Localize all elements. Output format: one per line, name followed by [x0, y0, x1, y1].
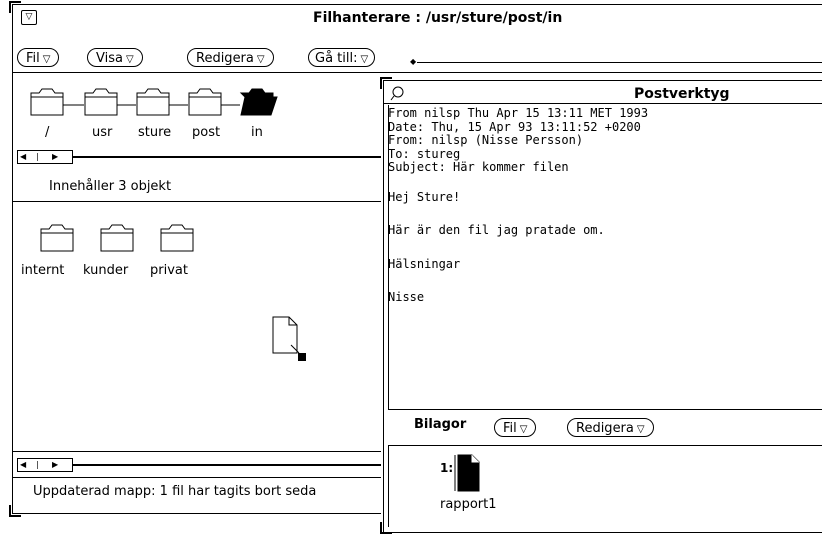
resize-corner[interactable]: [9, 505, 21, 517]
open-folder-icon: [239, 88, 278, 116]
scrollbar-track[interactable]: [73, 464, 383, 466]
mail-tool-window: Postverktyg From nilsp Thu Apr 15 13:11 …: [380, 77, 822, 534]
folder-item-label[interactable]: kunder: [83, 263, 128, 278]
divider: [388, 105, 389, 409]
divider: [13, 72, 822, 73]
message-view[interactable]: From nilsp Thu Apr 15 13:11 MET 1993 Dat…: [388, 106, 822, 407]
folder-icon: [188, 88, 222, 116]
fil-menu-button[interactable]: Fil ▽: [17, 48, 60, 67]
attachment-fil-menu-button[interactable]: Fil ▽: [494, 418, 537, 437]
message-line: Hälsningar: [388, 256, 461, 271]
attachment-redigera-menu-button[interactable]: Redigera ▽: [567, 418, 654, 437]
folder-item-label[interactable]: privat: [150, 263, 188, 278]
message-line: [388, 175, 822, 191]
folder-icon: [136, 88, 170, 116]
document-icon[interactable]: [454, 453, 482, 493]
divider: [13, 451, 393, 452]
folder-icon: [40, 224, 74, 252]
message-line: To: stureg: [388, 146, 461, 161]
window-title: Postverktyg: [634, 86, 730, 102]
mail-icon[interactable]: [390, 85, 406, 101]
attachment-index: 1:: [440, 461, 454, 475]
resize-corner[interactable]: [9, 1, 21, 13]
divider: [384, 103, 822, 104]
contents-scrollbar[interactable]: ◀ | ▶: [17, 458, 73, 472]
footer-message: Uppdaterad mapp: 1 fil har tagits bort s…: [33, 484, 317, 499]
message-line: Här är den fil jag pratade om.: [388, 223, 605, 237]
window-title: Filhanterare : /usr/sture/post/in: [313, 10, 563, 26]
scrollbar-track[interactable]: [73, 156, 383, 158]
folder-item-label[interactable]: internt: [21, 263, 64, 278]
input-caret-icon: ◆: [410, 57, 417, 66]
visa-menu-button[interactable]: Visa ▽: [87, 48, 143, 67]
divider: [388, 445, 389, 527]
redigera-menu-button[interactable]: Redigera ▽: [187, 48, 274, 67]
folder-icon: [100, 224, 134, 252]
goto-path-input[interactable]: [417, 62, 822, 63]
document-icon[interactable]: [271, 315, 313, 365]
divider: [388, 445, 822, 446]
window-menu-icon[interactable]: ▽: [21, 10, 37, 25]
path-breadcrumb: [30, 88, 278, 116]
message-line: [388, 204, 822, 224]
message-line: From: nilsp (Nisse Persson): [388, 133, 584, 147]
path-label[interactable]: post: [192, 125, 220, 140]
ga-till-menu-button[interactable]: Gå till: ▽: [308, 48, 376, 67]
message-line: From nilsp Thu Apr 15 13:11 MET 1993: [388, 106, 649, 120]
message-line: Hej Sture!: [388, 189, 461, 204]
message-line: [388, 271, 822, 291]
status-text: Innehåller 3 objekt: [49, 179, 172, 194]
path-scrollbar[interactable]: ◀ | ▶: [17, 150, 73, 164]
message-line: Subject: Här kommer filen: [388, 160, 569, 174]
folder-icon: [84, 88, 118, 116]
message-line: Nisse: [388, 290, 425, 304]
divider: [13, 477, 393, 478]
path-label[interactable]: in: [251, 125, 263, 140]
message-line: [388, 238, 822, 258]
folder-icon: [160, 224, 194, 252]
message-line: Date: Thu, 15 Apr 93 13:11:52 +0200: [388, 119, 641, 134]
path-label[interactable]: usr: [92, 125, 112, 140]
resize-corner[interactable]: [380, 522, 392, 534]
folder-icon: [30, 88, 64, 116]
attachments-label: Bilagor: [414, 417, 467, 432]
divider: [13, 201, 393, 202]
divider: [388, 409, 822, 410]
path-label[interactable]: /: [45, 125, 49, 140]
folder-list: [40, 224, 194, 252]
attachment-name[interactable]: rapport1: [440, 497, 496, 512]
path-label[interactable]: sture: [138, 125, 171, 140]
